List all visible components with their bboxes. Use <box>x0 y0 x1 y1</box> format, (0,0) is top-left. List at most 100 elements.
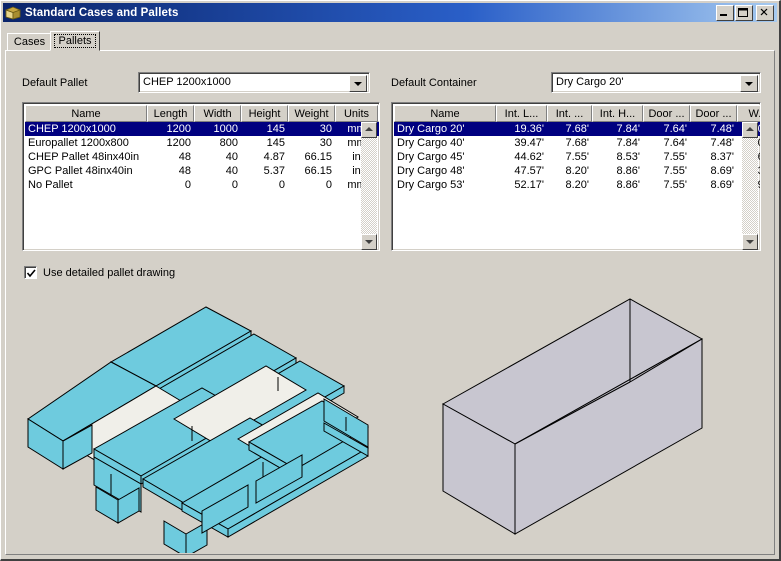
scroll-down-icon[interactable] <box>361 234 377 250</box>
table-cell: 30 <box>319 123 332 135</box>
table-row[interactable]: CHEP Pallet 48inx40in 48 40 4.87 66.15 in <box>25 150 379 164</box>
table-row[interactable]: Dry Cargo 53'52.17'8.20'8.86'7.55'8.69'5… <box>394 178 760 192</box>
table-cell: Dry Cargo 45' <box>397 151 465 163</box>
pallet-list-scrollbar[interactable] <box>361 122 377 250</box>
scrollbar-track[interactable] <box>361 138 377 234</box>
container-list-view[interactable]: Name Int. L... Int. ... Int. H... Door ... Do… <box>391 102 761 251</box>
table-row[interactable]: Dry Cargo 40'39.47'7.68'7.84'7.64'7.48'5… <box>394 136 760 150</box>
table-cell: 40 <box>225 151 238 163</box>
table-cell: 48 <box>178 151 191 163</box>
default-container-combo[interactable]: Dry Cargo 20' <box>551 72 761 93</box>
pallet-list-rows: CHEP 1200x1000 1200 1000 145 30 mm Europallet … <box>25 122 379 192</box>
column-header[interactable]: W... <box>737 105 760 122</box>
column-header[interactable]: Name <box>25 105 147 122</box>
pallet-list-header: Name Length Width Height Weight Units <box>25 105 379 122</box>
table-cell: Dry Cargo 53' <box>397 179 465 191</box>
table-cell: 66.15 <box>304 165 332 177</box>
column-header-filler <box>378 105 379 122</box>
table-row[interactable]: No Pallet 0 0 0 0 mm <box>25 178 379 192</box>
table-cell: 8.69' <box>710 179 734 191</box>
default-pallet-combo[interactable]: CHEP 1200x1000 <box>138 72 370 93</box>
table-cell: 7.84' <box>616 123 640 135</box>
table-cell: 66.15 <box>304 151 332 163</box>
chevron-down-icon[interactable] <box>349 75 367 92</box>
table-row[interactable]: Dry Cargo 45'44.62'7.55'8.53'7.55'8.37'6… <box>394 150 760 164</box>
scroll-up-icon[interactable] <box>742 122 758 138</box>
carton-box-icon <box>5 6 21 20</box>
window-title: Standard Cases and Pallets <box>25 6 179 19</box>
table-cell: Dry Cargo 40' <box>397 137 465 149</box>
pallet-list-view[interactable]: Name Length Width Height Weight Units CHEP 12… <box>22 102 380 251</box>
table-row[interactable]: Europallet 1200x800 1200 800 145 30 mm <box>25 136 379 150</box>
column-header[interactable]: Weight <box>288 105 335 122</box>
tab-cases[interactable]: Cases <box>7 33 52 50</box>
chevron-down-icon[interactable] <box>740 75 758 92</box>
scroll-up-icon[interactable] <box>361 122 377 138</box>
column-header[interactable]: Int. ... <box>547 105 592 122</box>
table-row[interactable]: CHEP 1200x1000 1200 1000 145 30 mm <box>25 122 379 136</box>
table-cell: 7.48' <box>710 137 734 149</box>
table-cell: 800 <box>219 137 238 149</box>
table-row[interactable]: GPC Pallet 48inx40in 48 40 5.37 66.15 in <box>25 164 379 178</box>
use-detailed-pallet-drawing-checkbox[interactable]: Use detailed pallet drawing <box>24 266 175 279</box>
table-cell: Dry Cargo 48' <box>397 165 465 177</box>
container-list-scrollbar[interactable] <box>742 122 758 250</box>
container-list-header: Name Int. L... Int. ... Int. H... Door ... Do… <box>394 105 760 122</box>
table-cell: 0 <box>278 179 285 191</box>
column-header[interactable]: Units <box>335 105 378 122</box>
table-cell: 8.20' <box>565 179 589 191</box>
table-cell: 7.64' <box>663 123 687 135</box>
table-cell: 0 <box>325 179 332 191</box>
default-pallet-label: Default Pallet <box>22 77 88 89</box>
tab-pallets[interactable]: Pallets <box>50 31 100 51</box>
column-header[interactable]: Int. L... <box>496 105 547 122</box>
column-header[interactable]: Door ... <box>690 105 737 122</box>
tab-pallets-label: Pallets <box>54 34 96 48</box>
scrollbar-track[interactable] <box>742 138 758 234</box>
table-cell: Dry Cargo 20' <box>397 123 465 135</box>
column-header[interactable]: Name <box>394 105 496 122</box>
table-cell: 30 <box>319 137 332 149</box>
minimize-button[interactable] <box>716 4 734 21</box>
table-cell: 7.48' <box>710 123 734 135</box>
table-cell: 7.64' <box>663 137 687 149</box>
tab-strip: Cases Pallets <box>5 31 775 51</box>
table-cell: Europallet 1200x800 <box>28 137 129 149</box>
table-cell: 7.68' <box>565 123 589 135</box>
maximize-button[interactable] <box>735 4 753 21</box>
table-cell: No Pallet <box>28 179 73 191</box>
checkbox-icon[interactable] <box>24 266 37 279</box>
table-cell: 145 <box>266 137 285 149</box>
column-header[interactable]: Int. H... <box>592 105 643 122</box>
table-cell: 8.37' <box>710 151 734 163</box>
table-row[interactable]: Dry Cargo 48'47.57'8.20'8.86'7.55'8.69'5… <box>394 164 760 178</box>
table-cell: 8.86' <box>616 165 640 177</box>
table-cell: CHEP Pallet 48inx40in <box>28 151 140 163</box>
container-list-rows: Dry Cargo 20' 19.36' 7.68' 7.84' 7.64' 7.48' 4… <box>394 122 760 192</box>
table-cell: 1200 <box>166 123 191 135</box>
table-row[interactable]: Dry Cargo 20'19.36'7.68'7.84'7.64'7.48'4… <box>394 122 760 136</box>
table-cell: 7.68' <box>565 137 589 149</box>
table-cell: CHEP 1200x1000 <box>28 123 116 135</box>
table-cell: 0 <box>231 179 238 191</box>
table-cell: 8.53' <box>616 151 640 163</box>
table-cell: 52.17' <box>514 179 544 191</box>
table-cell: 7.55' <box>663 151 687 163</box>
table-cell: 8.69' <box>710 165 734 177</box>
table-cell: 7.55' <box>565 151 589 163</box>
column-header[interactable]: Length <box>147 105 194 122</box>
table-cell: 7.55' <box>663 165 687 177</box>
table-cell: 7.84' <box>616 137 640 149</box>
table-cell: 40 <box>225 165 238 177</box>
tab-panel-pallets: Default Pallet CHEP 1200x1000 Default Co… <box>5 50 777 558</box>
column-header[interactable]: Door ... <box>643 105 690 122</box>
column-header[interactable]: Height <box>241 105 288 122</box>
table-cell: 7.55' <box>663 179 687 191</box>
container-3d-preview <box>402 276 777 554</box>
scroll-down-icon[interactable] <box>742 234 758 250</box>
title-bar: Standard Cases and Pallets <box>3 3 777 22</box>
column-header[interactable]: Width <box>194 105 241 122</box>
table-cell: 8.20' <box>565 165 589 177</box>
table-cell: 0 <box>184 179 191 191</box>
close-button[interactable] <box>756 4 774 21</box>
